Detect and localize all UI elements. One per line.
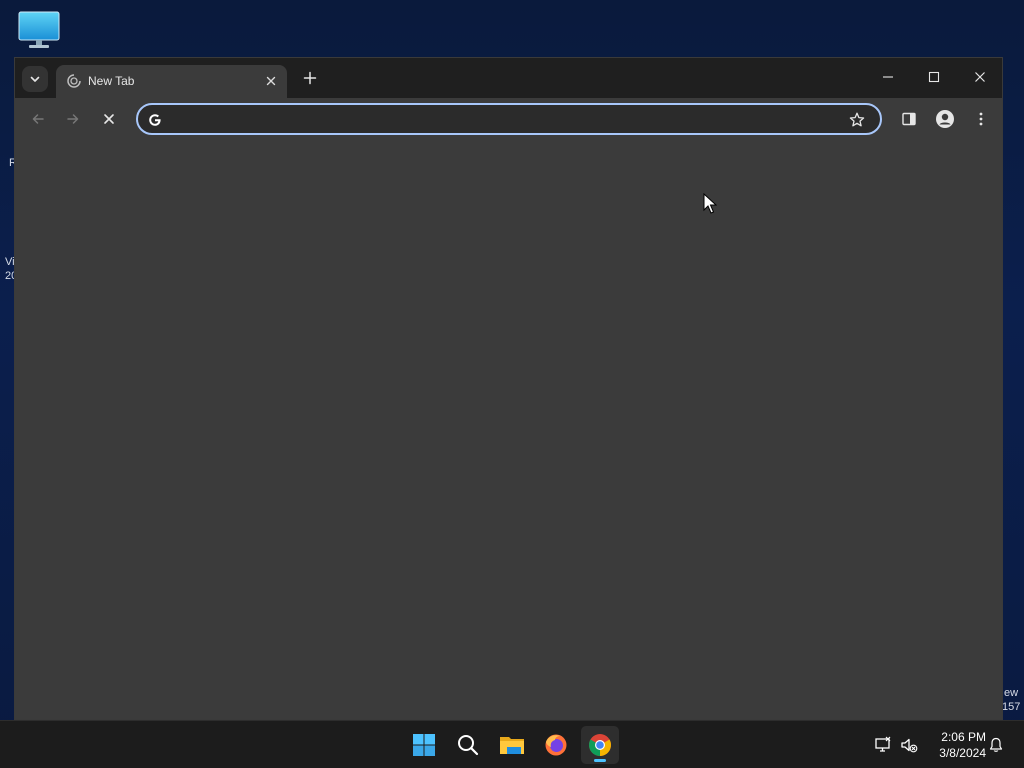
address-input[interactable]: [172, 109, 836, 131]
bell-icon: [989, 737, 1003, 752]
file-explorer-button[interactable]: [493, 726, 531, 764]
this-pc-desktop-icon[interactable]: [17, 10, 61, 50]
chevron-down-icon: [30, 76, 40, 82]
close-window-button[interactable]: [966, 66, 994, 88]
chrome-window: New Tab: [14, 57, 1003, 720]
active-app-indicator: [594, 759, 606, 762]
minimize-button[interactable]: [874, 66, 902, 88]
file-explorer-icon: [500, 737, 524, 754]
start-icon: [413, 734, 435, 756]
new-tab-button[interactable]: [299, 67, 321, 89]
tab-new-tab[interactable]: New Tab: [56, 65, 287, 98]
close-tab-icon[interactable]: [263, 73, 279, 89]
chrome-button[interactable]: [581, 726, 619, 764]
side-panel-button[interactable]: [898, 108, 920, 130]
arrow-left-icon: [32, 114, 44, 124]
google-icon: [149, 114, 161, 126]
desktop-icon-label: ew: [1004, 687, 1019, 699]
arrow-right-icon: [67, 114, 79, 124]
forward-button[interactable]: [62, 108, 84, 130]
network-tray-button[interactable]: [873, 735, 893, 755]
volume-muted-icon: [901, 738, 918, 753]
mouse-cursor-icon: [703, 193, 717, 214]
address-bar[interactable]: [136, 103, 882, 135]
loading-icon: [67, 74, 81, 88]
maximize-button[interactable]: [920, 66, 948, 88]
page-content[interactable]: [15, 140, 1002, 719]
taskbar: 2:06 PM 3/8/2024: [0, 720, 1024, 768]
tab-search-button[interactable]: [22, 66, 48, 92]
search-icon: [458, 735, 479, 756]
firefox-button[interactable]: [537, 726, 575, 764]
network-disconnected-icon: [875, 736, 891, 752]
profile-button[interactable]: [934, 108, 956, 130]
minimize-icon: [883, 76, 893, 78]
more-vertical-icon: [979, 112, 983, 126]
tab-title: New Tab: [88, 74, 135, 88]
side-panel-icon: [902, 112, 916, 126]
tab-strip: New Tab: [15, 58, 1002, 98]
clock-time: 2:06 PM: [941, 730, 986, 744]
stop-icon: [104, 114, 114, 124]
stop-loading-button[interactable]: [98, 108, 120, 130]
taskbar-search-button[interactable]: [449, 726, 487, 764]
browser-toolbar: [15, 98, 1002, 140]
notifications-button[interactable]: [986, 735, 1006, 755]
close-icon: [975, 72, 985, 82]
profile-avatar-icon: [936, 110, 954, 128]
plus-icon: [303, 71, 317, 85]
back-button[interactable]: [27, 108, 49, 130]
bookmark-star-icon[interactable]: [848, 111, 866, 129]
firefox-icon: [545, 734, 567, 756]
clock-date: 3/8/2024: [939, 746, 986, 760]
start-button[interactable]: [405, 726, 443, 764]
menu-button[interactable]: [970, 108, 992, 130]
chrome-icon: [589, 734, 611, 756]
maximize-icon: [928, 71, 940, 83]
clock[interactable]: 2:06 PM 3/8/2024: [926, 729, 986, 761]
volume-tray-button[interactable]: [899, 735, 919, 755]
desktop-icon-label: 157: [1002, 701, 1021, 713]
